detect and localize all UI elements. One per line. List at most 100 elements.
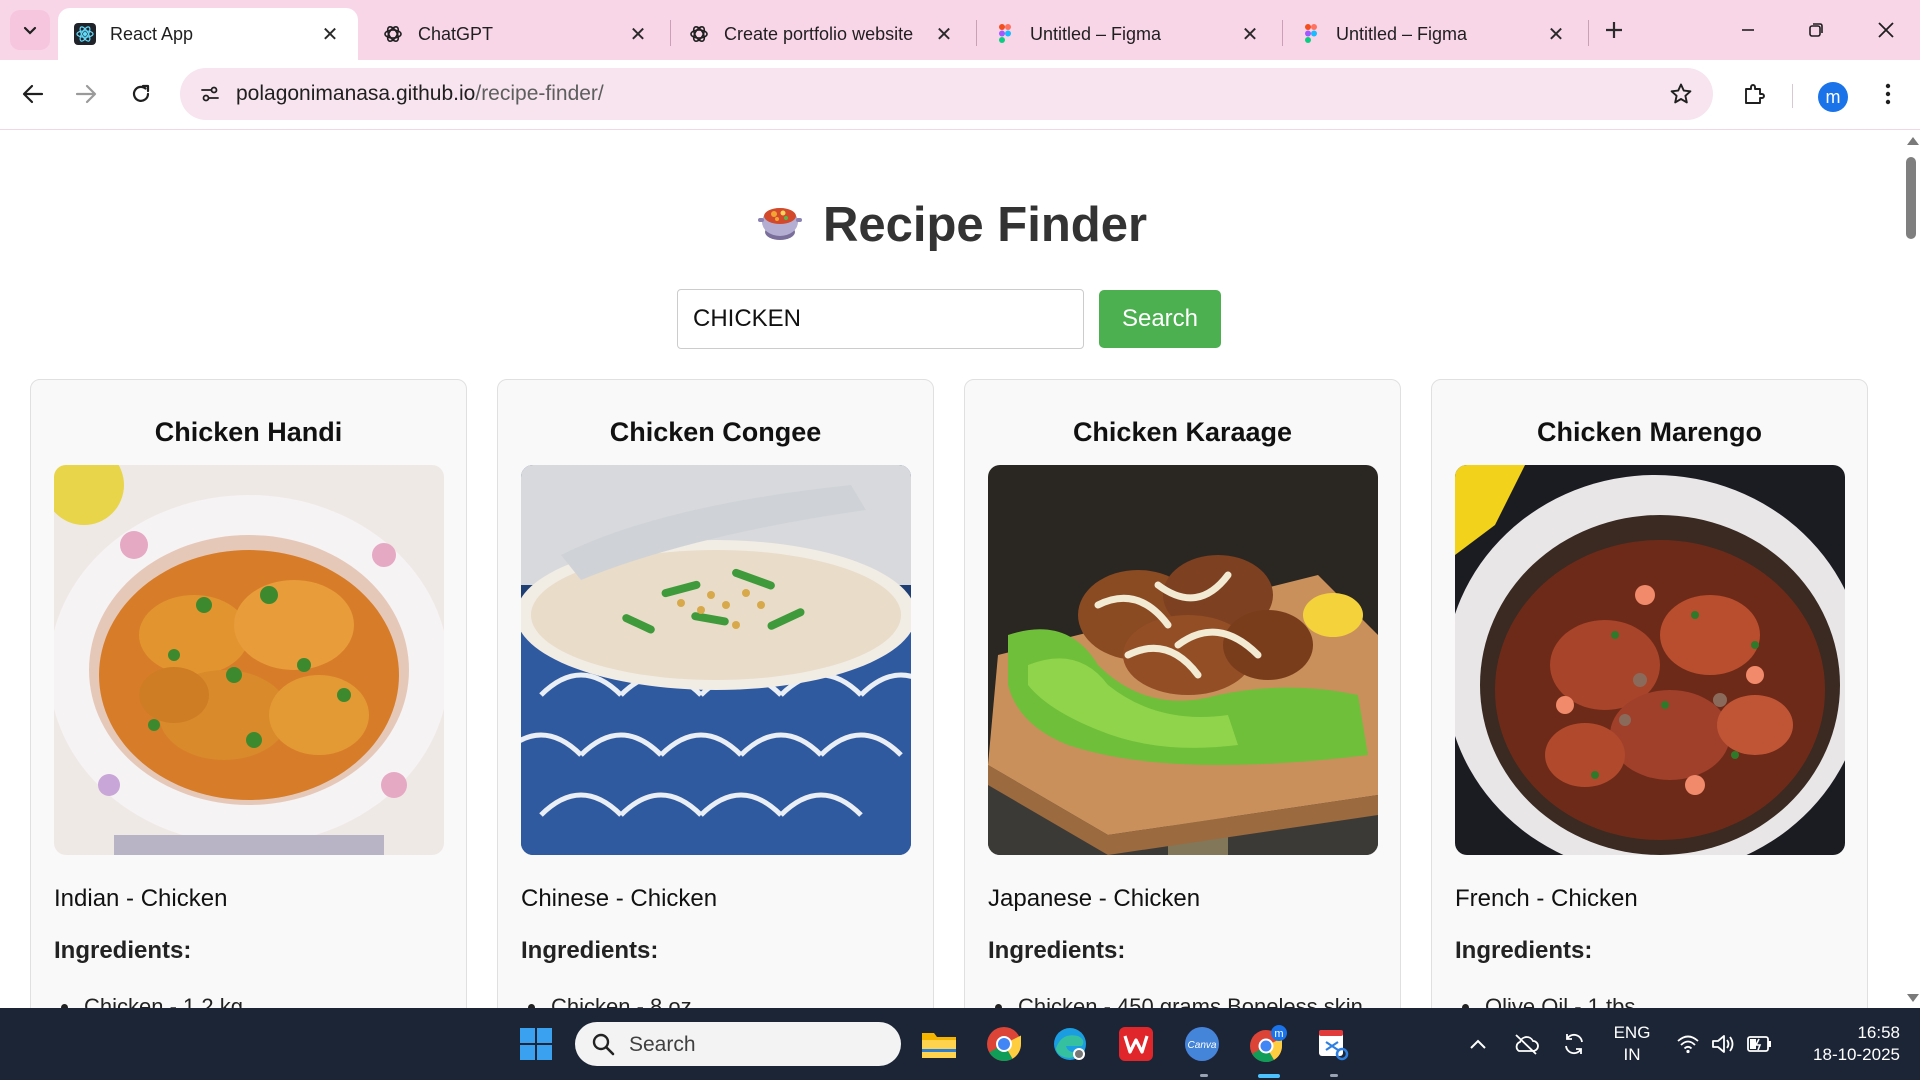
kebab-menu-icon <box>1885 83 1891 105</box>
bookmark-star-icon[interactable] <box>1663 76 1699 112</box>
reload-icon <box>132 84 150 102</box>
recipe-card[interactable]: Chicken Marengo French - Chicken Ingredi… <box>1431 379 1868 1008</box>
recipe-area: Japanese - Chicken <box>988 885 1201 912</box>
language-code: ENG <box>1613 1023 1651 1042</box>
arrow-left-icon <box>22 84 44 104</box>
forward-button[interactable] <box>66 74 106 114</box>
recipe-area: Indian - Chicken <box>54 885 228 912</box>
recipe-image[interactable] <box>1455 465 1845 855</box>
canva-icon[interactable]: Canva <box>1180 1022 1224 1066</box>
tab-separator <box>670 20 671 46</box>
ingredient-item: Chicken - 8 oz <box>528 994 692 1008</box>
wps-office-icon[interactable] <box>1114 1022 1158 1066</box>
taskbar-search-box[interactable]: Search <box>575 1022 901 1066</box>
address-bar[interactable]: polagonimanasa.github.io/recipe-finder/ <box>180 68 1713 120</box>
recipe-area: Chinese - Chicken <box>521 885 718 912</box>
close-window-button[interactable] <box>1858 8 1914 52</box>
tab-strip: React App ✕ ChatGPT ✕ Create portfolio w… <box>0 0 1920 60</box>
restore-button[interactable] <box>1788 8 1844 52</box>
recipe-image[interactable] <box>988 465 1378 855</box>
tab-chatgpt[interactable]: ChatGPT ✕ <box>366 8 666 60</box>
scrollbar-thumb[interactable] <box>1906 157 1916 239</box>
site-info-icon[interactable] <box>192 76 228 112</box>
minimize-button[interactable] <box>1720 8 1776 52</box>
page-title: Recipe Finder <box>0 197 1902 254</box>
battery-charging-icon[interactable] <box>1740 1022 1780 1066</box>
chevron-down-icon <box>23 26 37 35</box>
region-code: IN <box>1623 1045 1641 1064</box>
recipe-card[interactable]: Chicken Handi Indian - Chicken Ingredien… <box>30 379 467 1008</box>
clock[interactable]: 16:58 18-10-2025 <box>1784 1022 1900 1066</box>
running-indicator <box>1330 1074 1338 1077</box>
close-icon[interactable]: ✕ <box>1544 22 1568 46</box>
tab-separator <box>1282 20 1283 46</box>
scroll-down-arrow-icon[interactable] <box>1907 994 1919 1002</box>
new-tab-button[interactable] <box>1598 14 1630 46</box>
chrome-profile-icon[interactable]: m <box>1246 1022 1290 1066</box>
page-viewport: Recipe Finder Search Chicken Handi <box>0 131 1902 1008</box>
tab-title: Create portfolio website <box>724 23 914 44</box>
close-icon[interactable]: ✕ <box>626 22 650 46</box>
close-icon[interactable]: ✕ <box>1238 22 1262 46</box>
url-host: polagonimanasa.github.io <box>236 82 476 105</box>
recipe-search-input[interactable] <box>677 289 1084 349</box>
start-button[interactable] <box>514 1022 558 1066</box>
url-path: /recipe-finder/ <box>475 82 604 105</box>
openai-icon <box>382 23 404 45</box>
recipe-grid: Chicken Handi Indian - Chicken Ingredien… <box>30 379 1868 1008</box>
minimize-icon <box>1742 29 1754 31</box>
wifi-icon[interactable] <box>1668 1022 1708 1066</box>
extensions-button[interactable] <box>1734 74 1774 114</box>
recipe-name: Chicken Handi <box>154 417 343 447</box>
recipe-name: Chicken Karaage <box>1072 417 1293 447</box>
ingredients-label: Ingredients: <box>988 937 1126 964</box>
recipe-image[interactable] <box>54 465 444 855</box>
taskbar-search-label: Search <box>629 1033 696 1056</box>
close-icon[interactable]: ✕ <box>318 22 342 46</box>
chevron-up-icon <box>1470 1039 1486 1049</box>
restore-icon <box>1809 23 1823 37</box>
tab-title: Untitled – Figma <box>1336 23 1468 44</box>
snipping-tool-icon[interactable] <box>1312 1022 1356 1066</box>
svg-text:m: m <box>1274 1028 1283 1040</box>
edge-icon[interactable] <box>1048 1022 1092 1066</box>
figma-icon <box>994 23 1016 45</box>
recipe-area: French - Chicken <box>1455 885 1638 912</box>
tab-title: ChatGPT <box>418 23 494 44</box>
tab-create-portfolio[interactable]: Create portfolio website ✕ <box>672 8 972 60</box>
close-icon[interactable]: ✕ <box>932 22 956 46</box>
tab-title: Untitled – Figma <box>1030 23 1162 44</box>
language-indicator[interactable]: ENG IN <box>1608 1022 1656 1066</box>
search-form: Search <box>677 289 1221 351</box>
recipe-card[interactable]: Chicken Karaage Japanese - Chicken Ingre… <box>964 379 1401 1008</box>
file-explorer-icon[interactable] <box>917 1022 961 1066</box>
chrome-icon[interactable] <box>982 1022 1026 1066</box>
back-button[interactable] <box>13 74 53 114</box>
show-hidden-icons-button[interactable] <box>1456 1022 1500 1066</box>
cloud-offline-icon[interactable] <box>1504 1022 1548 1066</box>
page-scrollbar[interactable] <box>1902 131 1920 1008</box>
tab-search-button[interactable] <box>10 10 50 50</box>
volume-icon[interactable] <box>1704 1022 1744 1066</box>
url-text[interactable]: polagonimanasa.github.io/recipe-finder/ <box>236 82 604 106</box>
cooking-pot-icon <box>755 192 805 254</box>
ingredient-item: Chicken - 450 grams Boneless skin <box>995 994 1363 1008</box>
tab-figma-1[interactable]: Untitled – Figma ✕ <box>978 8 1278 60</box>
recipe-name: Chicken Congee <box>609 417 822 447</box>
search-icon <box>592 1033 615 1056</box>
ingredients-label: Ingredients: <box>54 937 192 964</box>
browser-toolbar: polagonimanasa.github.io/recipe-finder/ … <box>0 60 1920 130</box>
scroll-up-arrow-icon[interactable] <box>1907 137 1919 145</box>
search-button[interactable]: Search <box>1099 290 1221 348</box>
menu-button[interactable] <box>1868 74 1908 114</box>
windows-taskbar: Search Canva m ENG IN 16:58 18-10-2025 <box>0 1008 1920 1080</box>
recipe-card[interactable]: Chicken Congee Chinese - Chicken Ingredi… <box>497 379 934 1008</box>
arrow-right-icon <box>75 84 97 104</box>
reload-button[interactable] <box>121 74 161 114</box>
clock-time: 16:58 <box>1857 1023 1900 1042</box>
profile-avatar[interactable]: m <box>1818 82 1848 112</box>
sync-icon[interactable] <box>1552 1022 1596 1066</box>
tab-react-app[interactable]: React App ✕ <box>58 8 358 60</box>
tab-figma-2[interactable]: Untitled – Figma ✕ <box>1284 8 1584 60</box>
recipe-image[interactable] <box>521 465 911 855</box>
